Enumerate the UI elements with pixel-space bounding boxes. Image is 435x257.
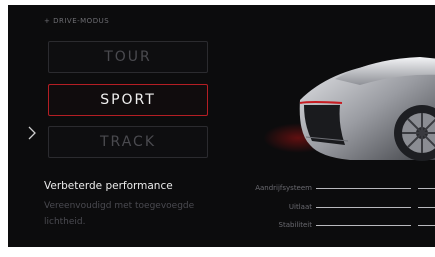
section-title: + DRIVE-MODUS [44,17,110,25]
metric-bar [316,207,411,208]
metric-label: Uitlaat [288,203,312,211]
mode-button-tour[interactable]: TOUR [48,41,208,73]
mode-button-sport[interactable]: SPORT [48,84,208,116]
metric-row: Stabiliteit [208,221,435,231]
drive-mode-panel: + DRIVE-MODUS TOUR SPORT TRACK Verbeterd… [8,5,435,247]
car-image [299,57,435,161]
metric-label: Stabiliteit [278,221,313,229]
metric-label: Aandrijfsysteem [255,184,312,192]
mode-description-subtitle: Vereenvoudigd met toegevoegde lichtheid. [44,201,195,227]
metric-bar [418,207,435,208]
mode-description-title: Verbeterde performance [44,180,173,192]
metric-row: Uitlaat [208,203,435,213]
mode-button-track[interactable]: TRACK [48,126,208,158]
metric-bar [418,225,435,226]
metric-row: Aandrijfsysteem [208,184,435,194]
metric-bar [316,188,411,189]
chevron-right-icon[interactable] [26,125,38,140]
metric-bar [418,188,435,189]
metric-bar [316,225,411,226]
